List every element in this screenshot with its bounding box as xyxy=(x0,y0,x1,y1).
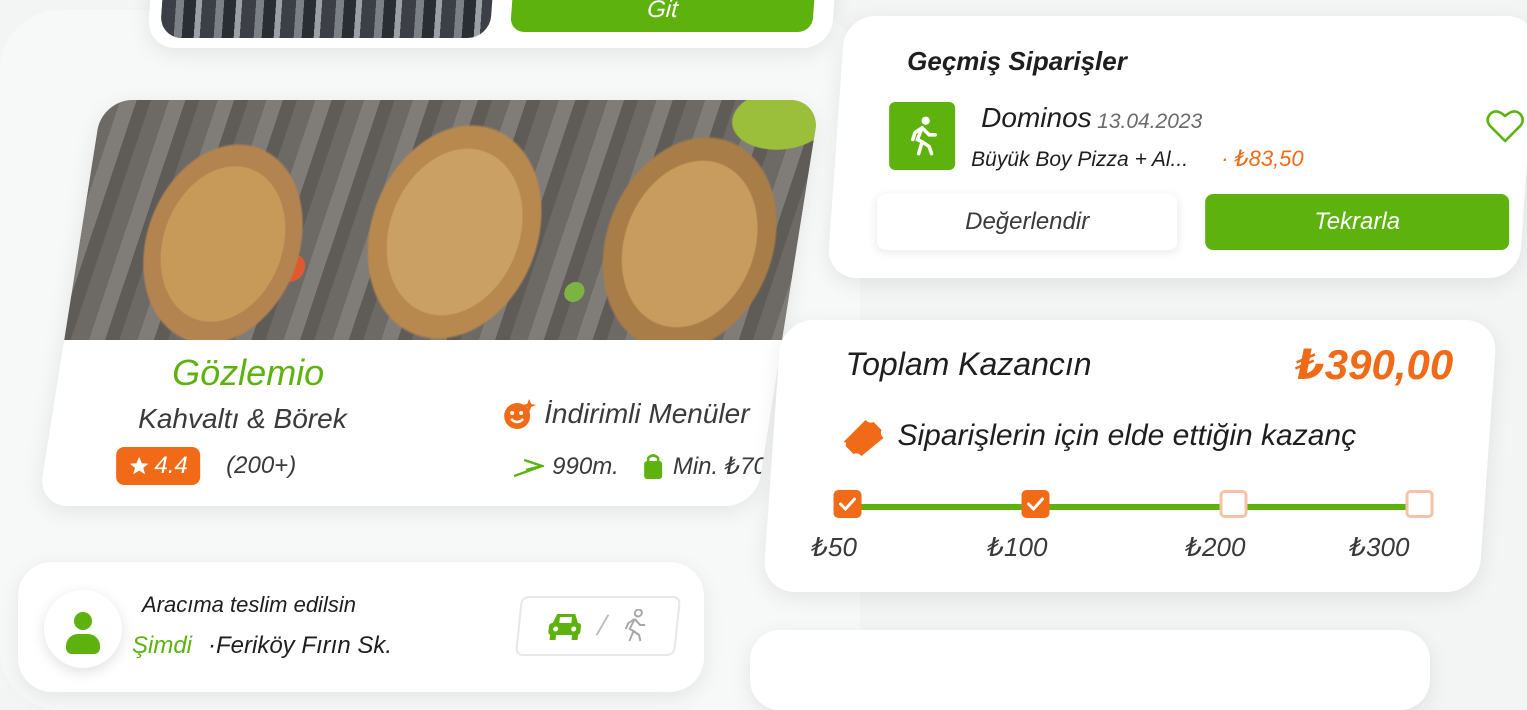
rating-badge: 4.4 xyxy=(116,447,201,485)
check-icon xyxy=(839,497,857,512)
delivery-mode-toggle[interactable]: / xyxy=(514,596,682,656)
promo-text: İndirimli Menüler xyxy=(544,398,750,429)
milestone-label: ₺50 xyxy=(811,532,857,562)
earnings-card: Toplam Kazancın ₺390,00 Siparişlerin içi… xyxy=(762,320,1498,592)
order-shop-name[interactable]: Dominos xyxy=(981,102,1091,134)
go-button[interactable]: Git xyxy=(510,0,818,32)
review-count: (200+) xyxy=(226,452,297,479)
milestone-checkbox xyxy=(1021,490,1050,518)
ticket-icon xyxy=(843,420,884,456)
milestone-label: ₺300 xyxy=(1349,532,1410,562)
order-date: 13.04.2023 xyxy=(1097,110,1203,133)
milestone-checkbox xyxy=(1219,490,1248,518)
promo-label: İndirimli Menüler xyxy=(502,397,750,431)
order-price: · ₺83,50 xyxy=(1221,146,1304,171)
restaurant-name: Gözlemio xyxy=(172,352,325,393)
milestone-checkbox xyxy=(833,490,862,518)
next-card xyxy=(750,630,1430,710)
delivery-time: Şimdi xyxy=(132,632,193,659)
walking-icon xyxy=(889,102,956,170)
milestone-label: ₺200 xyxy=(1185,532,1246,562)
car-icon[interactable] xyxy=(544,610,585,642)
restaurant-card-previous: Git xyxy=(146,0,838,48)
distance-icon xyxy=(513,458,545,477)
repeat-order-button[interactable]: Tekrarla xyxy=(1205,194,1510,250)
delivery-title: Aracıma teslim edilsin xyxy=(142,592,356,617)
earnings-subtitle: Siparişlerin için elde ettiğin kazanç xyxy=(840,416,1357,456)
user-icon xyxy=(44,590,122,668)
earnings-subtitle-text: Siparişlerin için elde ettiğin kazanç xyxy=(897,419,1357,452)
check-icon xyxy=(1027,497,1045,512)
star-icon xyxy=(130,456,149,475)
rating-value: 4.4 xyxy=(154,452,188,479)
delivery-address: ·Feriköy Fırın Sk. xyxy=(208,632,393,659)
delivery-card[interactable]: Aracıma teslim edilsin Şimdi ·Feriköy Fı… xyxy=(18,562,704,692)
earnings-title: Toplam Kazancın xyxy=(845,346,1092,382)
milestone-checkbox xyxy=(1405,490,1434,518)
rate-button[interactable]: Değerlendir xyxy=(877,194,1178,250)
heart-icon[interactable] xyxy=(1485,108,1525,149)
earnings-progress-track xyxy=(839,504,1430,510)
food-image xyxy=(64,100,821,340)
past-orders-title: Geçmiş Siparişler xyxy=(907,46,1127,76)
walking-icon[interactable] xyxy=(618,609,652,643)
order-items: Büyük Boy Pizza + Al... xyxy=(971,148,1189,171)
mode-separator: / xyxy=(596,610,608,641)
discount-icon xyxy=(504,399,537,429)
earnings-total: ₺390,00 xyxy=(1295,341,1454,388)
restaurant-meta: 990m. Min. ₺70 xyxy=(512,452,767,481)
min-order-value: Min. ₺70 xyxy=(672,453,767,480)
restaurant-category: Kahvaltı & Börek xyxy=(138,403,347,434)
restaurant-card[interactable]: Gözlemio Kahvaltı & Börek İndirimli Menü… xyxy=(37,100,821,506)
distance-value: 990m. xyxy=(552,452,619,480)
restaurant-image xyxy=(159,0,496,38)
milestone-label: ₺100 xyxy=(987,532,1048,562)
past-orders-card: Geçmiş Siparişler Dominos 13.04.2023 Büy… xyxy=(826,16,1527,278)
bag-icon xyxy=(643,453,662,479)
